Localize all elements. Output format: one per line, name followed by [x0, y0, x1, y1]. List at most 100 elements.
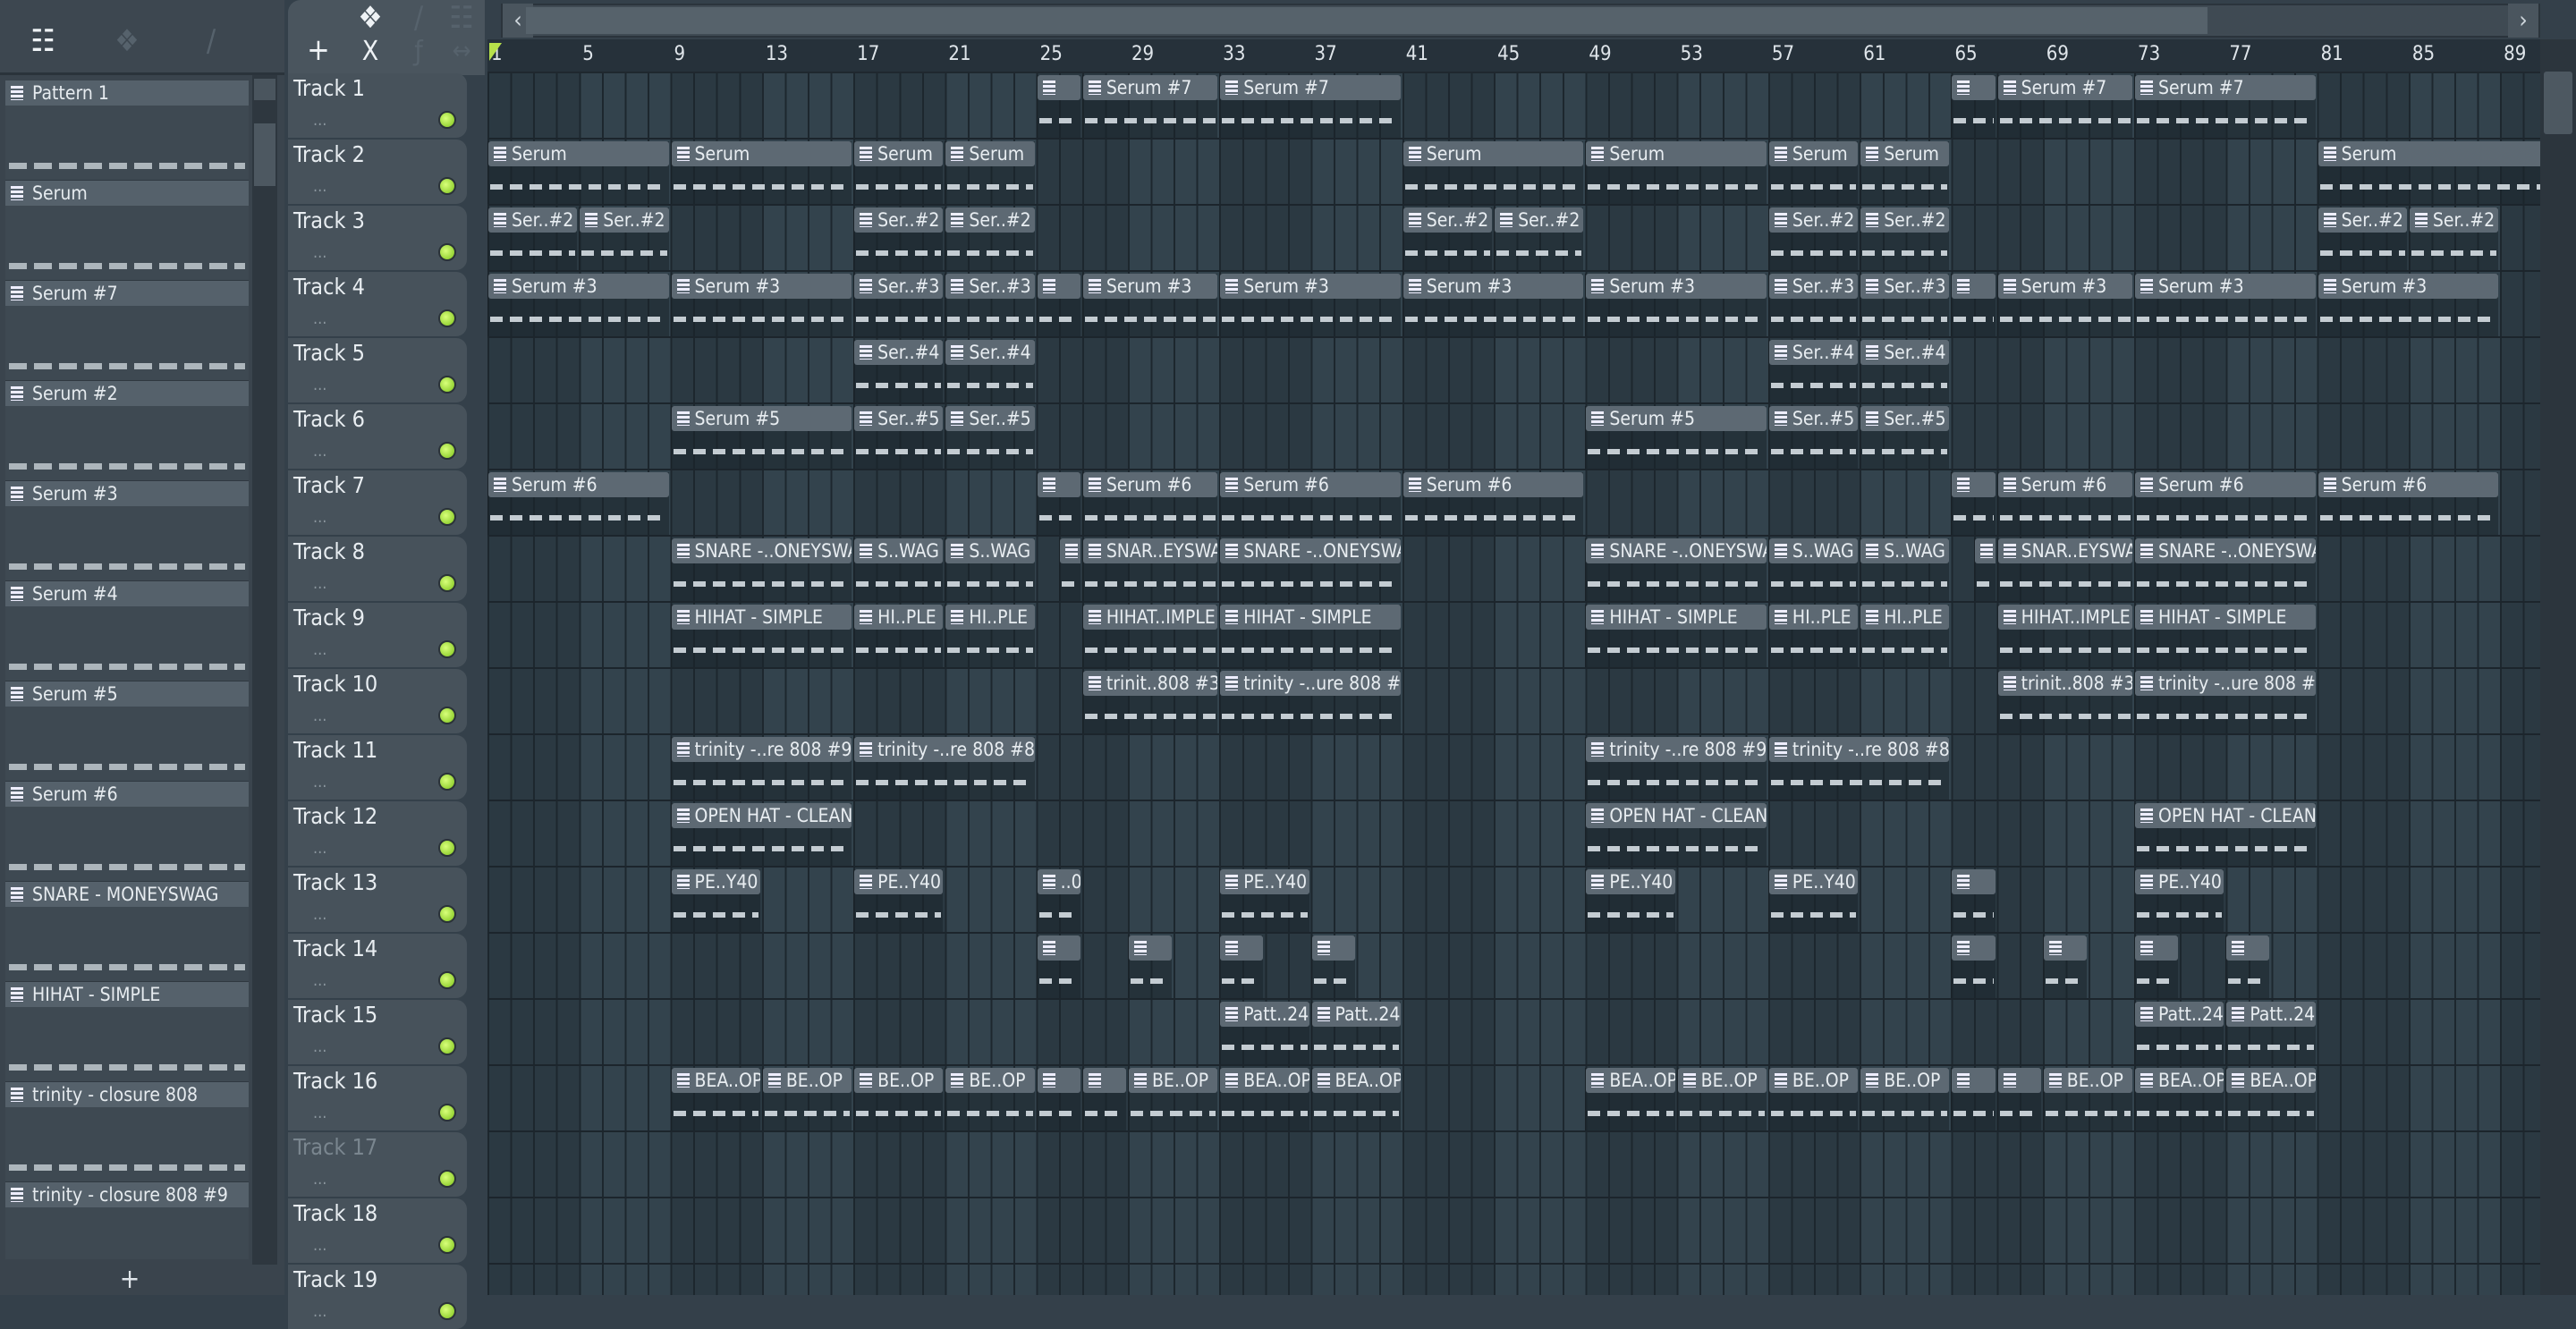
pattern-clip[interactable]: SNARE -..ONEYSWAG — [2134, 538, 2316, 601]
track-name[interactable]: Track 8 — [293, 538, 365, 564]
pattern-clip[interactable]: HIHAT - SIMPLE — [1585, 605, 1767, 667]
track-header[interactable]: Track 19... — [288, 1265, 467, 1329]
timeline-ruler[interactable]: 1 5 9 13 17 21 25 29 33 37 41 45 49 53 57 61 65 69 73 77 81 8… — [487, 39, 2540, 73]
pattern-item[interactable]: trinity - closure 808 #9 — [5, 1182, 249, 1259]
close-icon[interactable]: X — [343, 36, 397, 67]
pattern-clip[interactable]: trinity -..re 808 #9 — [670, 737, 852, 800]
pattern-clip[interactable]: Ser..#2 — [1860, 207, 1950, 270]
track-name[interactable]: Track 6 — [293, 406, 365, 432]
track-mute-led[interactable] — [438, 1236, 456, 1254]
track-lane[interactable]: PE..Y40 PE..Y40 ..0 PE..Y40 PE..Y40 PE..Y40 PE… — [487, 868, 2540, 934]
pattern-clip[interactable]: Serum — [670, 141, 852, 204]
track-mute-led[interactable] — [438, 707, 456, 724]
track-name[interactable]: Track 16 — [293, 1068, 377, 1094]
track-mute-led[interactable] — [438, 442, 456, 460]
track-lane[interactable]: BEA..OP BE..OP BE..OP BE..OP BE..OP BEA..OP BE… — [487, 1066, 2540, 1132]
pattern-clip[interactable] — [1951, 472, 1996, 535]
pattern-clip[interactable]: BEA..OP — [1585, 1068, 1675, 1130]
pattern-clip[interactable]: Serum #3 — [1219, 274, 1401, 336]
track-header[interactable]: Track 1... — [288, 73, 467, 138]
track-options[interactable]: ... — [313, 442, 326, 461]
pattern-clip[interactable]: SNARE -..ONEYSWAG — [1585, 538, 1767, 601]
pattern-clip[interactable]: Ser..#5 — [1860, 406, 1950, 469]
track-options[interactable]: ... — [313, 177, 326, 196]
track-lane[interactable]: OPEN HAT - CLEAN OPEN HAT - CLEAN OPEN HAT… — [487, 801, 2540, 868]
pattern-item[interactable]: Serum #3 — [5, 481, 249, 581]
track-mute-led[interactable] — [438, 839, 456, 857]
pattern-clip[interactable]: Serum #3 — [1585, 274, 1767, 336]
pattern-clip[interactable]: Serum — [1860, 141, 1950, 204]
pattern-clip[interactable] — [1974, 538, 1996, 601]
track-lane[interactable]: trinity -..re 808 #9 trinity -..re 808 #8… — [487, 735, 2540, 801]
track-header[interactable]: Track 2... — [288, 140, 467, 204]
pattern-item[interactable]: Serum #2 — [5, 381, 249, 481]
pattern-clip[interactable]: PE..Y40 — [853, 869, 944, 932]
overview-window[interactable] — [526, 7, 2207, 34]
playlist-overview[interactable]: ‹ › — [501, 4, 2540, 38]
track-lane[interactable]: Serum #3 Serum #3 Ser..#3 Ser..#3 Serum #3 Se… — [487, 272, 2540, 338]
track-options[interactable]: ... — [313, 111, 326, 130]
track-mute-led[interactable] — [438, 905, 456, 923]
track-header[interactable]: Track 9... — [288, 603, 467, 667]
pattern-clip[interactable]: Serum #6 — [1402, 472, 1584, 535]
pattern-clip[interactable]: trinity -..re 808 #9 — [1585, 737, 1767, 800]
pattern-clip[interactable]: PE..Y40 — [1767, 869, 1859, 932]
pattern-clip[interactable]: Serum — [1402, 141, 1584, 204]
pattern-clip[interactable]: Serum #6 — [2134, 472, 2316, 535]
track-header[interactable]: Track 17... — [288, 1132, 467, 1197]
track-name[interactable]: Track 12 — [293, 803, 377, 829]
pattern-clip[interactable]: BEA..OP — [1310, 1068, 1401, 1130]
pattern-item[interactable]: HIHAT - SIMPLE — [5, 982, 249, 1082]
track-name[interactable]: Track 18 — [293, 1200, 377, 1226]
pattern-clip[interactable]: BEA..OP — [1219, 1068, 1309, 1130]
pattern-clip[interactable] — [1036, 472, 1080, 535]
track-name[interactable]: Track 5 — [293, 340, 365, 366]
pattern-item[interactable]: Serum #6 — [5, 782, 249, 882]
scroll-thumb[interactable] — [254, 123, 275, 186]
track-lane[interactable]: Serum #5 Ser..#5 Ser..#5 Serum #5 Ser..#5 Ser… — [487, 404, 2540, 470]
track-header[interactable]: Track 10... — [288, 669, 467, 733]
track-header[interactable]: Track 18... — [288, 1198, 467, 1263]
pattern-clip[interactable]: HIHAT..IMPLE — [1081, 605, 1218, 667]
pattern-clip-icon[interactable]: ☷ — [435, 0, 488, 36]
track-mute-led[interactable] — [438, 1104, 456, 1122]
pattern-clip[interactable]: SNARE -..ONEYSWAG — [670, 538, 852, 601]
track-lane[interactable]: Ser..#4 Ser..#4 Ser..#4 Ser..#4 — [487, 338, 2540, 404]
track-header[interactable]: Track 11... — [288, 735, 467, 800]
track-lane[interactable] — [487, 934, 2540, 1000]
pattern-clip[interactable]: Serum — [853, 141, 944, 204]
scroll-up-button[interactable] — [254, 79, 275, 100]
pattern-clip[interactable] — [1219, 935, 1264, 998]
pattern-clip[interactable]: BE..OP — [1860, 1068, 1950, 1130]
audio-wave-icon[interactable]: ❖ — [100, 23, 154, 59]
pattern-clip[interactable]: OPEN HAT - CLEAN — [2134, 803, 2316, 866]
track-options[interactable]: ... — [313, 1170, 326, 1189]
track-lane[interactable]: Ser..#2 Ser..#2 Ser..#2 Ser..#2 Ser..#2 Ser..… — [487, 206, 2540, 272]
pattern-clip[interactable]: PE..Y40 — [2134, 869, 2224, 932]
track-options[interactable]: ... — [313, 1037, 326, 1056]
pattern-clip[interactable]: Ser..#3 — [1860, 274, 1950, 336]
track-name[interactable]: Track 17 — [293, 1134, 377, 1160]
pattern-clip[interactable] — [1310, 935, 1355, 998]
track-header[interactable]: Track 14... — [288, 934, 467, 998]
pattern-clip[interactable]: Ser..#2 — [579, 207, 669, 270]
pattern-clip[interactable]: Patt..24 — [1310, 1002, 1401, 1064]
pattern-clip[interactable]: HI..PLE — [1767, 605, 1859, 667]
track-lane[interactable] — [487, 1198, 2540, 1265]
track-options[interactable]: ... — [313, 1104, 326, 1122]
pattern-clip[interactable]: trinity -..re 808 #8 — [853, 737, 1035, 800]
pattern-clip[interactable]: BE..OP — [853, 1068, 944, 1130]
track-mute-led[interactable] — [438, 574, 456, 592]
pattern-clip[interactable] — [1127, 935, 1173, 998]
track-options[interactable]: ... — [313, 640, 326, 659]
pattern-item[interactable]: Serum #5 — [5, 681, 249, 782]
pattern-clip[interactable]: HIHAT - SIMPLE — [670, 605, 852, 667]
pattern-clip[interactable]: Ser..#2 — [945, 207, 1035, 270]
pattern-clip[interactable]: Serum #5 — [1585, 406, 1767, 469]
pattern-clip[interactable]: Ser..#3 — [1767, 274, 1859, 336]
pattern-clip[interactable]: Ser..#2 — [853, 207, 944, 270]
pattern-clip[interactable]: BE..OP — [1127, 1068, 1218, 1130]
track-header[interactable]: Track 13... — [288, 868, 467, 932]
track-mute-led[interactable] — [438, 508, 456, 526]
pattern-clip[interactable] — [1036, 1068, 1080, 1130]
